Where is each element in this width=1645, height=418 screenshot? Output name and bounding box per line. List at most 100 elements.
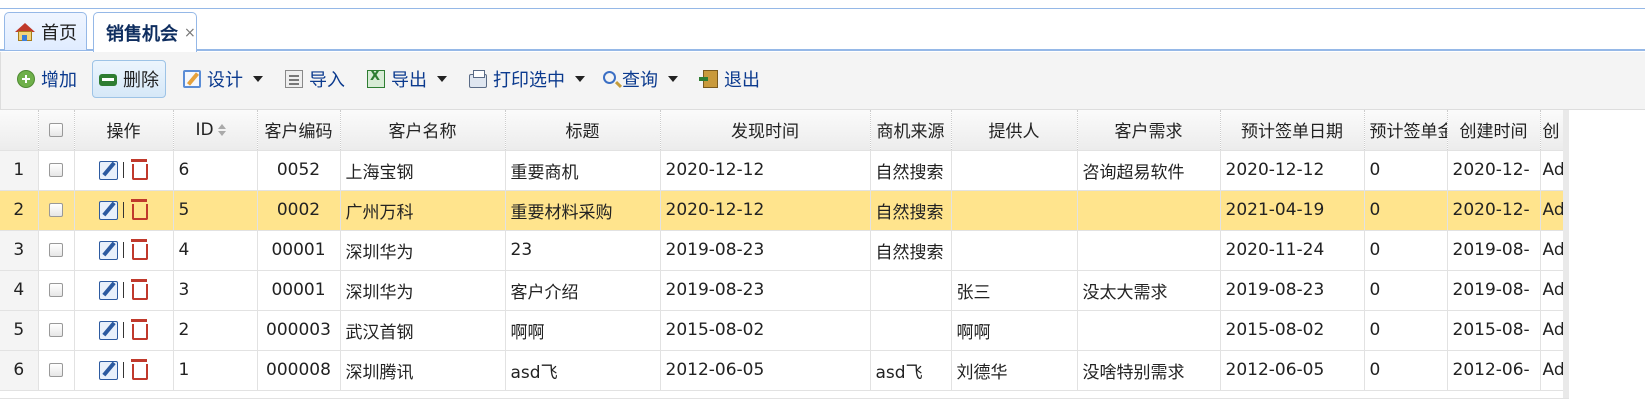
edit-icon[interactable] (98, 360, 118, 380)
cell-source: 自然搜索 (870, 150, 952, 191)
add-icon (17, 70, 35, 88)
cell-customer-name: 广州万科 (340, 190, 506, 231)
horizontal-scrollbar[interactable] (0, 398, 1569, 418)
table-row[interactable]: 5 2 000003 武汉首钢 啊啊 2015-08-02 啊啊 2015-08… (0, 310, 1564, 351)
table-row[interactable]: 6 1 000008 深圳腾讯 asd飞 2012-06-05 asd飞 刘德华… (0, 350, 1564, 391)
row-checkbox[interactable] (49, 243, 63, 257)
cell-customer-code: 0002 (257, 190, 341, 231)
close-icon[interactable]: × (184, 25, 196, 41)
tab-home-label: 首页 (41, 22, 77, 44)
separator (122, 322, 124, 338)
import-button[interactable]: 导入 (279, 60, 351, 98)
print-selected-button[interactable]: 打印选中 (463, 60, 591, 98)
tab-sales-opportunity[interactable]: 销售机会 × (93, 12, 197, 52)
row-number: 3 (0, 230, 39, 271)
row-checkbox[interactable] (49, 203, 63, 217)
row-checkbox-cell[interactable] (38, 190, 75, 231)
import-icon (285, 70, 303, 88)
edit-icon[interactable] (98, 200, 118, 220)
trash-icon[interactable] (129, 159, 149, 181)
cell-found-time: 2020-12-12 (660, 190, 871, 231)
cell-found-time: 2020-12-12 (660, 150, 871, 191)
edit-icon[interactable] (98, 240, 118, 260)
column-header-id[interactable]: ID (173, 110, 258, 151)
column-header-created-time[interactable]: 创建时间 (1447, 110, 1541, 151)
cell-found-time: 2019-08-23 (660, 270, 871, 311)
trash-icon[interactable] (129, 279, 149, 301)
chevron-down-icon (575, 76, 585, 82)
cell-creator: Ad (1540, 270, 1564, 311)
cell-provider: 刘德华 (951, 350, 1078, 391)
row-checkbox-cell[interactable] (38, 350, 75, 391)
column-header-sign-amount[interactable]: 预计签单金 (1364, 110, 1448, 151)
table-row[interactable]: 1 6 0052 上海宝钢 重要商机 2020-12-12 自然搜索 咨询超易软… (0, 150, 1564, 191)
row-checkbox[interactable] (49, 363, 63, 377)
edit-icon[interactable] (98, 160, 118, 180)
row-checkbox-cell[interactable] (38, 270, 75, 311)
cell-sign-date: 2021-04-19 (1220, 190, 1365, 231)
cell-found-time: 2015-08-02 (660, 310, 871, 351)
vertical-scrollbar[interactable] (1563, 110, 1569, 398)
separator (122, 202, 124, 218)
row-checkbox-cell[interactable] (38, 150, 75, 191)
design-button[interactable]: 设计 (177, 60, 269, 98)
cell-source (870, 270, 952, 311)
tab-bar: 首页 销售机会 × (0, 8, 1645, 52)
row-number: 4 (0, 270, 39, 311)
row-checkbox[interactable] (49, 283, 63, 297)
cell-customer-need (1077, 190, 1221, 231)
row-actions (74, 310, 174, 351)
cell-provider: 张三 (951, 270, 1078, 311)
column-header-source[interactable]: 商机来源 (870, 110, 952, 151)
table-row[interactable]: 4 3 00001 深圳华为 客户介绍 2019-08-23 张三 没太大需求 … (0, 270, 1564, 311)
trash-icon[interactable] (129, 239, 149, 261)
delete-button[interactable]: 删除 (92, 60, 166, 98)
data-grid: 操作 ID 客户编码 客户名称 标题 发现时间 商机来源 提供人 客户需求 预计… (0, 110, 1564, 391)
query-button[interactable]: 查询 (597, 60, 684, 98)
row-number: 5 (0, 310, 39, 351)
tab-sales-opportunity-label: 销售机会 (106, 23, 178, 45)
import-button-label: 导入 (309, 70, 345, 91)
toolbar: 增加 删除 设计 导入 导出 打印选中 查询 退出 (0, 52, 1645, 110)
trash-icon[interactable] (129, 359, 149, 381)
row-checkbox[interactable] (49, 323, 63, 337)
cell-title: 重要商机 (505, 150, 661, 191)
cell-customer-name: 上海宝钢 (340, 150, 506, 191)
add-button[interactable]: 增加 (11, 60, 83, 98)
table-row[interactable]: 2 5 0002 广州万科 重要材料采购 2020-12-12 自然搜索 202… (0, 190, 1564, 231)
cell-sign-amount: 0 (1364, 150, 1448, 191)
column-header-creator[interactable]: 创 (1540, 110, 1564, 151)
cell-id: 1 (173, 350, 258, 391)
chevron-down-icon (437, 76, 447, 82)
cell-sign-date: 2019-08-23 (1220, 270, 1365, 311)
sort-icon[interactable] (217, 123, 226, 136)
exit-button[interactable]: 退出 (697, 60, 766, 98)
delete-button-label: 删除 (123, 70, 159, 91)
trash-icon[interactable] (129, 319, 149, 341)
edit-icon[interactable] (98, 280, 118, 300)
column-header-customer-need[interactable]: 客户需求 (1077, 110, 1221, 151)
column-header-customer-code[interactable]: 客户编码 (257, 110, 341, 151)
column-header-provider[interactable]: 提供人 (951, 110, 1078, 151)
cell-source (870, 310, 952, 351)
column-header-customer-name[interactable]: 客户名称 (340, 110, 506, 151)
column-header-found-time[interactable]: 发现时间 (660, 110, 871, 151)
trash-icon[interactable] (129, 199, 149, 221)
export-button[interactable]: 导出 (361, 60, 453, 98)
column-header-sign-date[interactable]: 预计签单日期 (1220, 110, 1365, 151)
separator (122, 162, 124, 178)
print-icon (469, 70, 487, 88)
cell-sign-amount: 0 (1364, 310, 1448, 351)
select-all-checkbox-cell[interactable] (38, 110, 75, 151)
tab-home[interactable]: 首页 (4, 12, 87, 50)
cell-customer-need: 没啥特别需求 (1077, 350, 1221, 391)
cell-customer-code: 000008 (257, 350, 341, 391)
row-checkbox[interactable] (49, 163, 63, 177)
column-header-title[interactable]: 标题 (505, 110, 661, 151)
edit-icon[interactable] (98, 320, 118, 340)
row-checkbox-cell[interactable] (38, 310, 75, 351)
select-all-checkbox[interactable] (49, 122, 63, 137)
design-icon (183, 70, 201, 88)
table-row[interactable]: 3 4 00001 深圳华为 23 2019-08-23 自然搜索 2020-1… (0, 230, 1564, 271)
row-checkbox-cell[interactable] (38, 230, 75, 271)
